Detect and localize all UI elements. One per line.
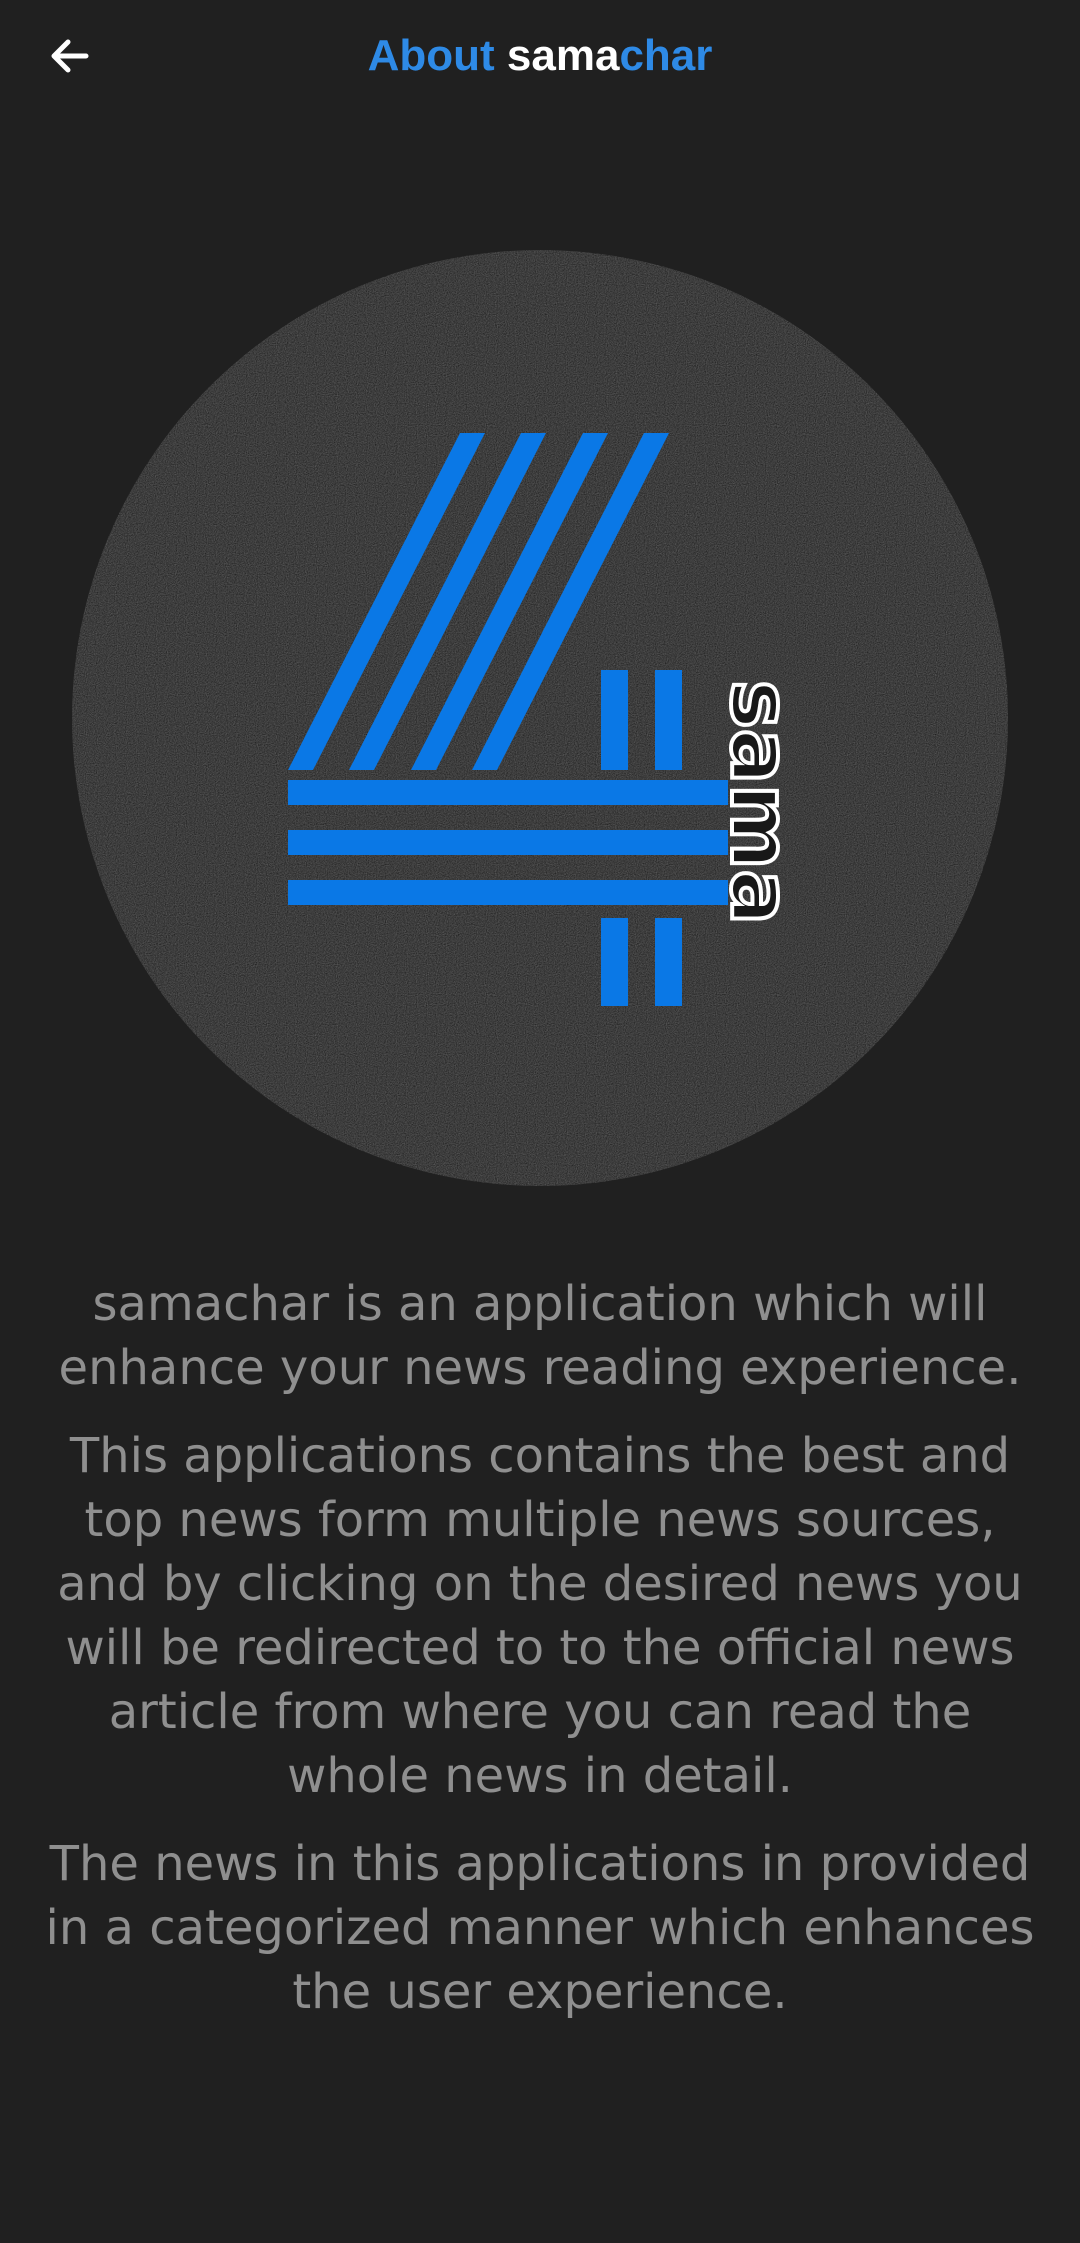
about-paragraph-3: The news in this applications in provide… — [45, 1836, 1035, 2020]
logo-wordmark: sama — [712, 680, 807, 925]
about-description: samachar is an application which will en… — [40, 1272, 1040, 2048]
about-paragraph-1: samachar is an application which will en… — [58, 1276, 1022, 1396]
page-title: About samachar — [0, 28, 1080, 84]
about-paragraph-2: This applications contains the best and … — [57, 1428, 1023, 1804]
app-bar: About samachar — [0, 0, 1080, 112]
title-about: About — [367, 31, 507, 80]
app-logo: sama — [72, 250, 1008, 1186]
title-char: char — [619, 31, 713, 80]
logo-background — [72, 250, 1008, 1186]
samachar-logo-icon: sama — [72, 250, 1008, 1186]
title-sama: sama — [506, 31, 620, 80]
